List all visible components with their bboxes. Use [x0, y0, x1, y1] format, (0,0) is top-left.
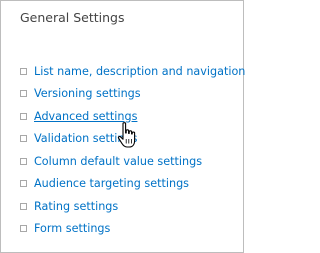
bullet-square-icon [20, 180, 27, 188]
bullet-square-icon [20, 90, 27, 98]
hand-pointer-icon [117, 122, 136, 148]
general-settings-panel: General Settings List name, description … [0, 0, 245, 253]
bullet-square-icon [20, 135, 27, 143]
link-audience-targeting-settings[interactable]: Audience targeting settings [34, 177, 189, 190]
section-title: General Settings [20, 10, 125, 25]
list-item: Rating settings [20, 195, 245, 218]
bullet-square-icon [20, 202, 27, 210]
link-list-name-description-navigation[interactable]: List name, description and navigation [34, 65, 245, 78]
link-form-settings[interactable]: Form settings [34, 222, 110, 235]
list-item: Audience targeting settings [20, 173, 245, 196]
list-item: List name, description and navigation [20, 60, 245, 83]
link-column-default-value-settings[interactable]: Column default value settings [34, 155, 202, 168]
bullet-square-icon [20, 225, 27, 233]
bullet-square-icon [20, 157, 27, 165]
link-rating-settings[interactable]: Rating settings [34, 200, 118, 213]
link-versioning-settings[interactable]: Versioning settings [34, 87, 141, 100]
list-item: Form settings [20, 218, 245, 241]
bullet-square-icon [20, 67, 27, 75]
bullet-square-icon [20, 112, 27, 120]
list-item: Versioning settings [20, 83, 245, 106]
list-item: Column default value settings [20, 150, 245, 173]
